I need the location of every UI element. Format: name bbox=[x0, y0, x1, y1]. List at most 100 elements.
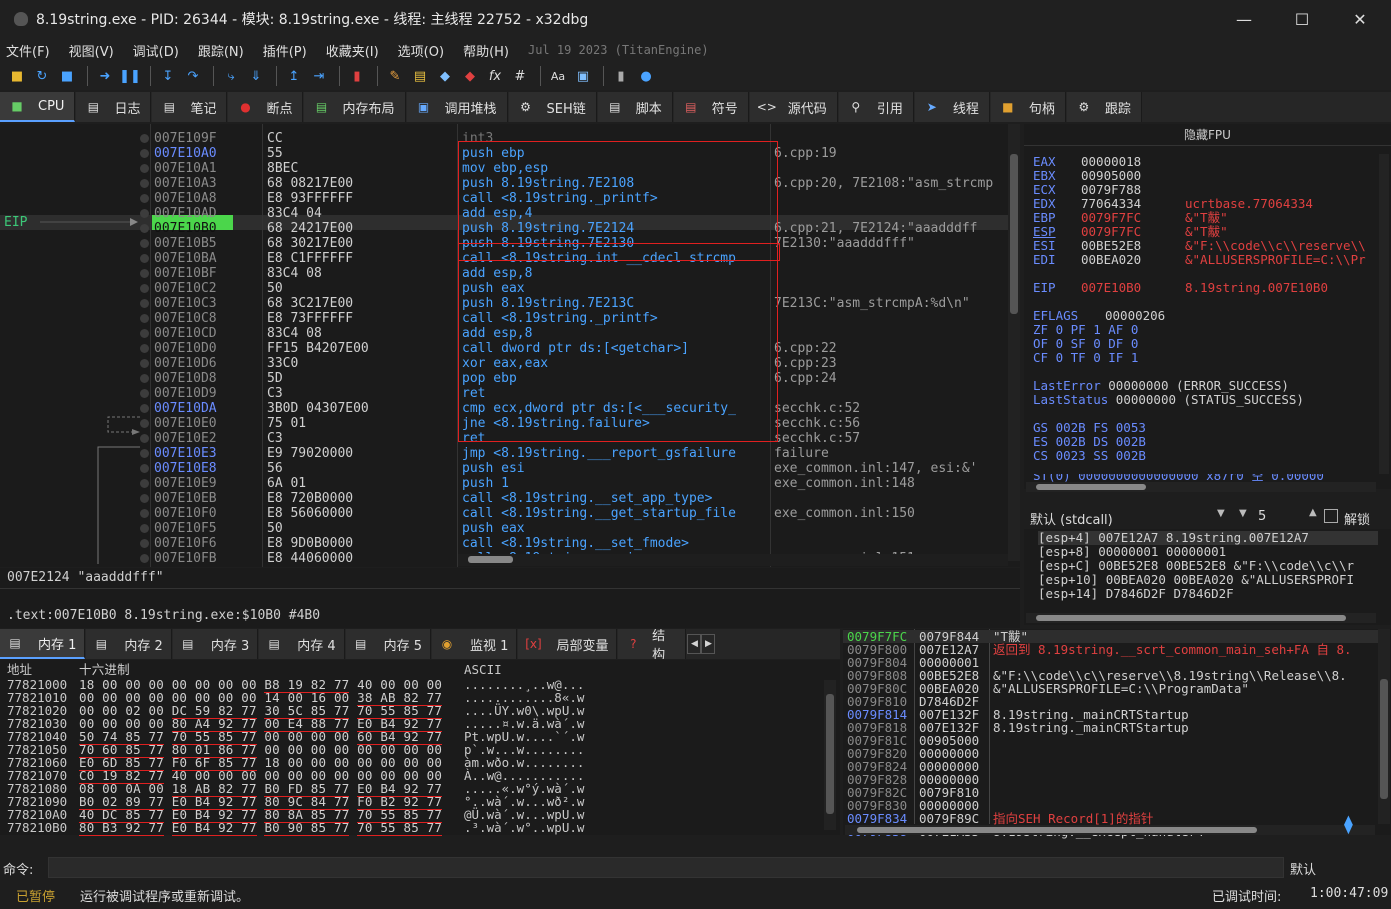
tab-notes[interactable]: ▤ 笔记 bbox=[152, 92, 228, 122]
tab-memory-map[interactable]: ▤ 内存布局 bbox=[304, 92, 406, 122]
globe-icon[interactable]: ● bbox=[635, 65, 657, 87]
disasm-row[interactable]: 007E10F6 E8 9D0B0000 call <8.19string.__se… bbox=[0, 536, 1010, 551]
menu-trace[interactable]: 跟踪(N) bbox=[198, 41, 244, 60]
breakpoint-dot[interactable] bbox=[140, 164, 149, 173]
stack-arg-1[interactable]: [esp+8] 00000001 00000001 bbox=[1038, 545, 1226, 559]
memory-icon[interactable]: ▮ bbox=[610, 65, 632, 87]
hide-fpu-button[interactable]: 隐藏FPU bbox=[1024, 124, 1391, 146]
pause-icon[interactable]: ❚❚ bbox=[119, 65, 141, 87]
disassembly-scrollbar[interactable] bbox=[1008, 124, 1020, 561]
tab-trace[interactable]: ⚙ 跟踪 bbox=[1066, 92, 1142, 122]
breakpoint-dot[interactable] bbox=[140, 509, 149, 518]
menu-favourites[interactable]: 收藏夹(I) bbox=[326, 41, 379, 60]
stack-arg-2[interactable]: [esp+C] 00BE52E8 00BE52E8 &"F:\\code\\c\… bbox=[1038, 559, 1354, 573]
tab-handles[interactable]: ■ 句柄 bbox=[990, 92, 1066, 122]
flags-row-3[interactable]: CF 0 TF 0 IF 1 bbox=[1033, 351, 1138, 365]
unlock-checkbox[interactable] bbox=[1324, 509, 1338, 523]
tab-dump-1[interactable]: ▤ 内存 1 bbox=[0, 629, 86, 659]
tab-dump-5[interactable]: ▤ 内存 5 bbox=[345, 629, 432, 659]
minimize-button[interactable]: — bbox=[1215, 0, 1273, 38]
segment-row-1[interactable]: GS 002B FS 0053 bbox=[1033, 421, 1146, 435]
tab-seh-chain[interactable]: ⚙ SEH链 bbox=[508, 92, 597, 122]
stack-arg-3[interactable]: [esp+10] 00BEA020 00BEA020 &"ALLUSERSPRO… bbox=[1038, 573, 1354, 587]
menu-plugins[interactable]: 插件(P) bbox=[263, 41, 307, 60]
breakpoint-dot[interactable] bbox=[140, 449, 149, 458]
flags-row-1[interactable]: ZF 0 PF 1 AF 0 bbox=[1033, 323, 1138, 337]
disassembly-view[interactable]: EIP 007E109F CC int3 007E10A0 55 push ebp 6.cp… bbox=[0, 124, 1020, 567]
eip-value[interactable]: 007E10B0 bbox=[1081, 280, 1141, 295]
functions-icon[interactable]: fx bbox=[484, 65, 506, 87]
breakpoint-dot[interactable] bbox=[140, 554, 149, 563]
tab-log[interactable]: ▤ 日志 bbox=[76, 92, 152, 122]
breakpoint-dot[interactable] bbox=[140, 359, 149, 368]
chevron-down-icon[interactable]: ▼ bbox=[1217, 508, 1225, 519]
breakpoint-dot[interactable] bbox=[140, 254, 149, 263]
stack-args-hscrollbar[interactable] bbox=[1026, 613, 1376, 623]
register-value[interactable]: 0079F788 bbox=[1081, 183, 1141, 197]
breakpoint-dot[interactable] bbox=[140, 389, 149, 398]
arg-count-spinner[interactable]: 5 bbox=[1258, 509, 1266, 524]
breakpoint-dot[interactable] bbox=[140, 239, 149, 248]
disasm-row[interactable]: 007E10F5 50 push eax bbox=[0, 521, 1010, 536]
registers-hscrollbar[interactable] bbox=[1026, 482, 1376, 492]
tab-references[interactable]: ⚲ 引用 bbox=[838, 92, 914, 122]
dump-scrollbar[interactable] bbox=[824, 680, 836, 830]
breakpoint-dot[interactable] bbox=[140, 464, 149, 473]
tab-cpu[interactable]: ■ CPU bbox=[0, 92, 76, 122]
comments-icon[interactable]: ▤ bbox=[409, 65, 431, 87]
register-value[interactable]: 0079F7FC bbox=[1081, 211, 1141, 225]
tab-breakpoints[interactable]: ● 断点 bbox=[228, 92, 304, 122]
breakpoint-dot[interactable] bbox=[140, 314, 149, 323]
stack-arg-4[interactable]: [esp+14] D7846D2F D7846D2F bbox=[1038, 587, 1234, 601]
stack-hscrollbar[interactable] bbox=[845, 825, 1375, 835]
close-button[interactable]: ✕ bbox=[1331, 0, 1389, 38]
breakpoint-dot[interactable] bbox=[140, 479, 149, 488]
breakpoint-dot[interactable] bbox=[140, 329, 149, 338]
breakpoint-dot[interactable] bbox=[140, 209, 149, 218]
breakpoint-dot[interactable] bbox=[140, 419, 149, 428]
execute-till-return-icon[interactable]: ↥ bbox=[283, 65, 305, 87]
open-file-icon[interactable]: ■ bbox=[6, 65, 28, 87]
flags-row-2[interactable]: OF 0 SF 0 DF 0 bbox=[1033, 337, 1138, 351]
stack-scrollbar[interactable] bbox=[1378, 629, 1390, 824]
tab-struct[interactable]: ? 结构 bbox=[618, 629, 687, 659]
register-value[interactable]: 0079F7FC bbox=[1081, 225, 1141, 239]
breakpoint-dot[interactable] bbox=[140, 179, 149, 188]
tab-call-stack[interactable]: ▣ 调用堆栈 bbox=[406, 92, 508, 122]
register-value[interactable]: 77064334 bbox=[1081, 197, 1141, 211]
register-value[interactable]: 00905000 bbox=[1081, 169, 1141, 183]
breakpoint-dot[interactable] bbox=[140, 299, 149, 308]
dump-row[interactable]: 778210B0 80 B3 92 77 E0 B4 92 77 B0 90 85… bbox=[0, 820, 822, 836]
register-value[interactable]: 00000018 bbox=[1081, 155, 1141, 169]
registers-scrollbar[interactable] bbox=[1379, 154, 1389, 474]
stop-icon[interactable]: ■ bbox=[56, 65, 78, 87]
tab-threads[interactable]: ➤ 线程 bbox=[914, 92, 990, 122]
step-over-icon[interactable]: ↷ bbox=[182, 65, 204, 87]
disasm-row[interactable]: 007E10E8 56 push esi exe_common.inl:147, es… bbox=[0, 461, 1010, 476]
breakpoint-dot[interactable] bbox=[140, 404, 149, 413]
memory-dump-pane[interactable]: 地址 十六进制 ASCII 77821000 18 00 00 00 00 00 … bbox=[0, 660, 840, 836]
calculator-icon[interactable]: ▣ bbox=[572, 65, 594, 87]
run-to-user-code-icon[interactable]: ⇥ bbox=[308, 65, 330, 87]
tab-dump-3[interactable]: ▤ 内存 3 bbox=[172, 629, 259, 659]
breakpoint-dot[interactable] bbox=[140, 269, 149, 278]
breakpoint-dot[interactable] bbox=[140, 494, 149, 503]
menu-file[interactable]: 文件(F) bbox=[6, 41, 50, 60]
trace-over-icon[interactable]: ⇓ bbox=[245, 65, 267, 87]
step-into-icon[interactable]: ↧ bbox=[157, 65, 179, 87]
stack-arguments-pane[interactable]: [esp+4] 007E12A7 8.19string.007E12A7 [es… bbox=[1024, 529, 1391, 625]
tab-dump-2[interactable]: ▤ 内存 2 bbox=[86, 629, 172, 659]
breakpoint-dot[interactable] bbox=[140, 284, 149, 293]
breakpoint-dot[interactable] bbox=[140, 194, 149, 203]
command-mode-select[interactable]: 默认 bbox=[1290, 859, 1316, 878]
disasm-row[interactable]: 007E10E3 E9 79020000 jmp <8.19string.___re… bbox=[0, 446, 1010, 461]
register-value[interactable]: 00BE52E8 bbox=[1081, 239, 1141, 253]
registers-pane[interactable]: 隐藏FPU EAX 00000018 EBX 00905000 ECX 0079F788 E… bbox=[1024, 124, 1391, 492]
stack-arg-0[interactable]: [esp+4] 007E12A7 8.19string.007E12A7 bbox=[1038, 531, 1378, 545]
tab-source[interactable]: <> 源代码 bbox=[749, 92, 838, 122]
segment-row-3[interactable]: CS 0023 SS 002B bbox=[1033, 449, 1146, 463]
patch-icon[interactable]: ✎ bbox=[384, 65, 406, 87]
breakpoint-dot[interactable] bbox=[140, 224, 149, 233]
tab-symbols[interactable]: ▤ 符号 bbox=[673, 92, 749, 122]
chevron-down-icon[interactable]: ▼ bbox=[1239, 508, 1247, 519]
